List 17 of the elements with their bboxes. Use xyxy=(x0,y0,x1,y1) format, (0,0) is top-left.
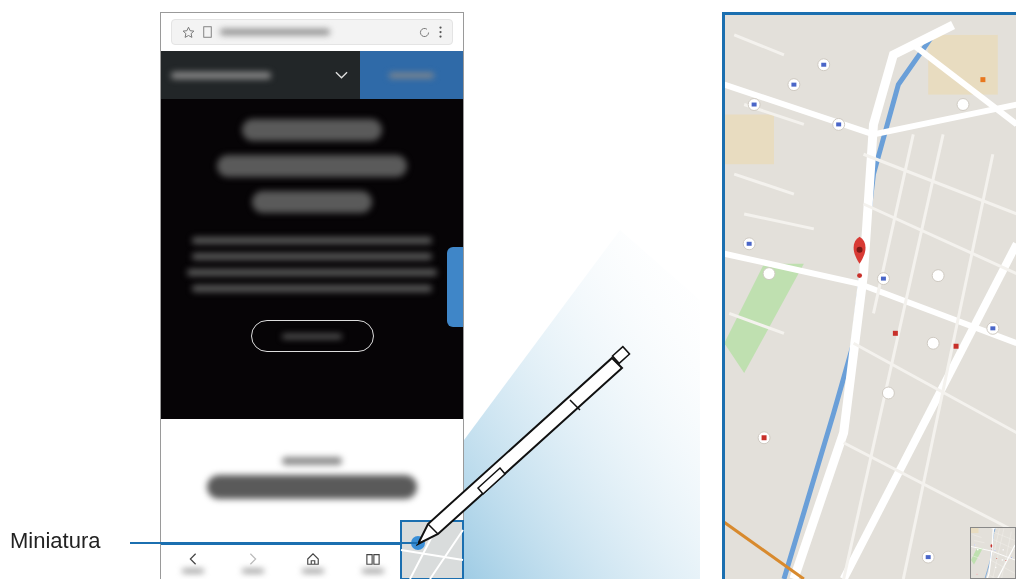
blurred-text xyxy=(389,72,434,78)
blurred-text xyxy=(242,568,264,573)
edge-panel-handle[interactable] xyxy=(447,247,463,327)
blurred-text xyxy=(362,568,384,573)
more-icon[interactable] xyxy=(439,26,442,38)
map-thumbnail[interactable] xyxy=(970,527,1016,579)
blurred-text xyxy=(302,568,324,573)
blurred-text xyxy=(182,568,204,573)
callout-label: Miniatura xyxy=(10,530,102,552)
blurred-text xyxy=(282,333,342,339)
home-icon[interactable] xyxy=(306,551,320,566)
reload-icon[interactable] xyxy=(418,25,431,39)
blurred-text xyxy=(282,457,342,465)
bookmark-icon[interactable] xyxy=(366,551,380,566)
chevron-down-icon[interactable] xyxy=(335,71,348,79)
page-icon xyxy=(203,26,212,38)
star-icon[interactable] xyxy=(182,25,195,39)
